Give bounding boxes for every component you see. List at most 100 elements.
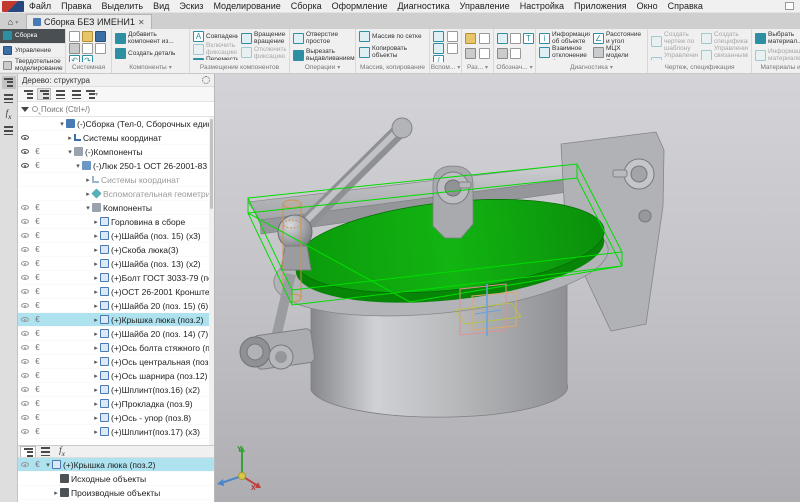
visibility-icon[interactable] <box>21 401 29 406</box>
visibility-icon[interactable] <box>21 373 29 378</box>
load-state-icon[interactable]: € <box>35 232 39 240</box>
load-state-icon[interactable]: € <box>35 330 39 338</box>
visibility-icon[interactable] <box>21 247 29 252</box>
group-caret-icon[interactable]: ▾ <box>337 64 340 71</box>
undo-icon[interactable]: ↶ <box>69 55 80 62</box>
visibility-icon[interactable] <box>21 359 29 364</box>
menu-file[interactable]: Файл <box>24 1 56 11</box>
tree-row[interactable]: € ▸ (+)Ось - упор (поз.8) <box>18 411 214 425</box>
visibility-icon[interactable] <box>21 219 29 224</box>
menu-window[interactable]: Окно <box>632 1 663 11</box>
expand-arrow-icon[interactable]: ▸ <box>92 386 100 394</box>
expand-arrow-icon[interactable]: ▸ <box>92 302 100 310</box>
expand-arrow-icon[interactable]: ▸ <box>92 400 100 408</box>
group-caret-icon[interactable]: ▾ <box>457 64 460 71</box>
tree-row[interactable]: € ▾ (-)Люк 250-1 ОСТ 26-2001-83 <box>18 159 214 173</box>
material-info-button[interactable]: Информация о материале... <box>755 48 800 62</box>
save-icon[interactable] <box>95 31 106 42</box>
tree-scrollbar[interactable] <box>209 117 214 445</box>
tree-row[interactable]: € ▸ Горловина в сборе <box>18 215 214 229</box>
leader-icon[interactable] <box>497 48 508 59</box>
redo-icon[interactable]: ↷ <box>82 55 93 62</box>
deviation-analysis-button[interactable]: Анализ отклонений <box>539 59 590 60</box>
expand-arrow-icon[interactable]: ▾ <box>74 162 82 170</box>
visibility-icon[interactable] <box>21 415 29 420</box>
subpanel-tree-tab[interactable] <box>20 446 36 457</box>
expand-arrow-icon[interactable]: ▸ <box>92 330 100 338</box>
expand-arrow-icon[interactable]: ▸ <box>92 260 100 268</box>
load-state-icon[interactable]: € <box>35 372 39 380</box>
tree-row[interactable]: ▸ Вспомогательная геометрия <box>18 187 214 201</box>
expand-arrow-icon[interactable]: ▸ <box>92 358 100 366</box>
expand-arrow-icon[interactable]: ▸ <box>92 316 100 324</box>
distance-angle-button[interactable]: ∠Расстояние и угол <box>593 31 644 45</box>
open-icon[interactable] <box>82 31 93 42</box>
new-document-icon[interactable] <box>69 31 80 42</box>
cut-extrude-button[interactable]: Вырезать выдавливанием <box>293 48 352 62</box>
visibility-icon[interactable] <box>21 429 29 434</box>
visibility-icon[interactable] <box>21 205 29 210</box>
tree-row[interactable]: € ▸ (+)Шайба 20 (поз. 15) (6) <box>18 299 214 313</box>
group-caret-icon[interactable]: ▾ <box>485 64 488 71</box>
visibility-icon[interactable] <box>21 303 29 308</box>
load-state-icon[interactable]: € <box>35 246 39 254</box>
load-state-icon[interactable]: € <box>35 414 39 422</box>
tree-row[interactable]: € ▸ (+)Ось шарнира (поз.12) (2) <box>18 369 214 383</box>
create-part-button[interactable]: Создать деталь <box>115 48 186 59</box>
menu-settings[interactable]: Настройка <box>515 1 569 11</box>
tab-close-icon[interactable]: ✕ <box>138 18 145 27</box>
text-icon[interactable]: T <box>523 33 534 44</box>
expand-arrow-icon[interactable]: ▸ <box>92 372 100 380</box>
group-caret-icon[interactable]: ▾ <box>169 64 172 71</box>
visibility-icon[interactable] <box>21 233 29 238</box>
tree-row[interactable]: € ▸ (+)Болт ГОСТ 3033-79 (поз.10) <box>18 271 214 285</box>
mutual-deviation-button[interactable]: Взаимное отклонение <box>539 45 590 59</box>
manage-linked-drawings-button[interactable]: Управление связанными ч... <box>651 52 698 60</box>
tree-row[interactable]: € ▾ (-)Компоненты <box>18 145 214 159</box>
model-assembly[interactable] <box>215 74 800 502</box>
load-state-icon[interactable]: € <box>35 400 39 408</box>
aux-line-icon[interactable]: / <box>433 55 444 62</box>
expand-arrow-icon[interactable]: ▸ <box>92 218 100 226</box>
move-component-button[interactable]: Переместить компонент <box>193 56 238 60</box>
manage-linked-specs-button[interactable]: Управление связанными с... <box>701 45 748 60</box>
expand-arrow-icon[interactable]: ▸ <box>92 246 100 254</box>
tree-row[interactable]: € ▸ (+)Ось болта стяжного (поз.11) <box>18 341 214 355</box>
tree-row[interactable]: ▾ (-)Сборка (Тел-0, Сборочных единиц-1, … <box>18 117 214 131</box>
expand-arrow-icon[interactable]: ▾ <box>58 120 66 128</box>
menu-diagnostics[interactable]: Диагностика <box>392 1 454 11</box>
radial-dimension-icon[interactable] <box>479 33 490 44</box>
load-state-icon[interactable]: € <box>35 316 39 324</box>
expand-arrow-icon[interactable]: ▸ <box>92 428 100 436</box>
copy-objects-button[interactable]: Копировать объекты <box>359 45 426 59</box>
tree-row[interactable]: € ▾ Компоненты <box>18 201 214 215</box>
subpanel-list-tab[interactable] <box>37 446 53 457</box>
collision-check-button[interactable]: Проверка коллизий <box>593 59 644 60</box>
expand-arrow-icon[interactable]: ▾ <box>44 461 52 469</box>
group-caret-icon[interactable]: ▾ <box>610 64 613 71</box>
print-icon[interactable] <box>69 43 80 54</box>
tree-search-input[interactable] <box>41 105 211 114</box>
filter-icon[interactable] <box>21 107 29 112</box>
panel-tab-management[interactable]: Управление <box>0 44 65 59</box>
disable-fixation-button[interactable]: Отключить фиксацию <box>241 46 286 60</box>
menu-select[interactable]: Выделить <box>97 1 149 11</box>
layers-panel-button[interactable] <box>2 124 16 137</box>
gear-icon[interactable] <box>202 76 210 84</box>
expand-arrow-icon[interactable]: ▸ <box>92 274 100 282</box>
expand-arrow-icon[interactable]: ▸ <box>92 344 100 352</box>
aux-point-icon[interactable] <box>433 43 444 54</box>
enable-fixation-button[interactable]: Включить фиксацию <box>193 42 238 56</box>
rotation-rotation-button[interactable]: Вращение-вращение <box>241 31 286 45</box>
subpanel-fx-tab[interactable]: fx <box>54 446 70 457</box>
expand-arrow-icon[interactable]: ▸ <box>92 414 100 422</box>
menu-applications[interactable]: Приложения <box>569 1 632 11</box>
tree-row-selected[interactable]: € ▸ (+)Крышка люка (поз.2) <box>18 313 214 327</box>
load-state-icon[interactable]: € <box>35 461 39 469</box>
load-state-icon[interactable]: € <box>35 148 39 156</box>
menu-modeling[interactable]: Моделирование <box>208 1 285 11</box>
tree-structure-view-button[interactable] <box>21 88 35 100</box>
visibility-icon[interactable] <box>21 261 29 266</box>
visibility-icon[interactable] <box>21 345 29 350</box>
tree-row[interactable]: € ▸ (+)Ось центральная (поз.12) (1) <box>18 355 214 369</box>
